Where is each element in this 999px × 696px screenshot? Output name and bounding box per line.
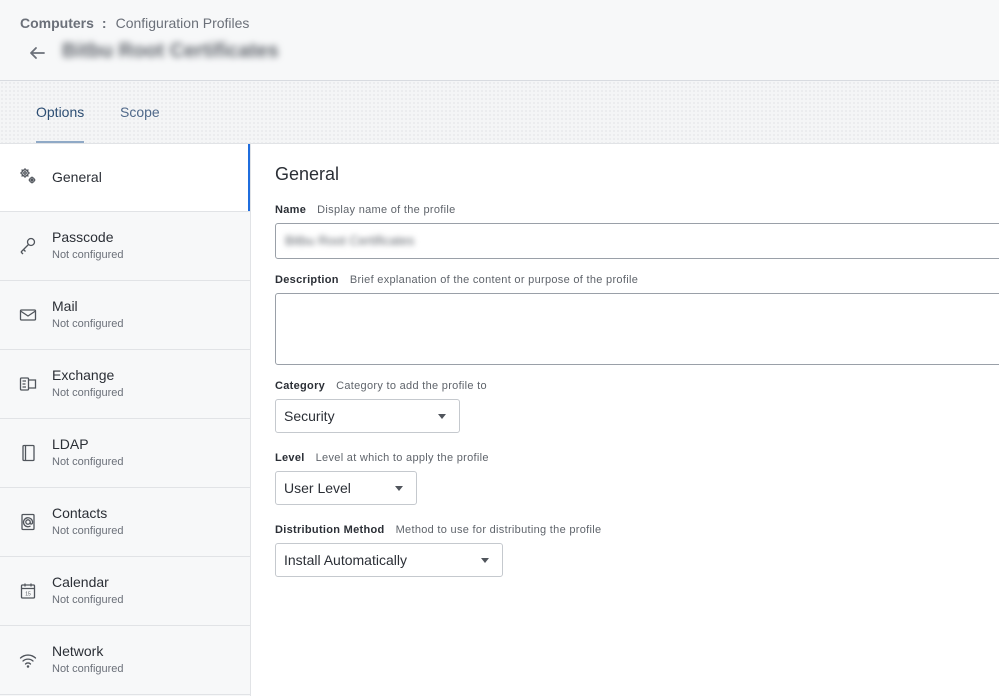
breadcrumb-separator: : (101, 15, 107, 31)
distribution-select-value: Install Automatically (284, 552, 407, 568)
sidebar-item-status: Not configured (52, 594, 124, 606)
sidebar-item-status: Not configured (52, 318, 124, 330)
sidebar-item-calendar[interactable]: 15 Calendar Not configured (0, 557, 250, 626)
sidebar-item-ldap[interactable]: LDAP Not configured (0, 419, 250, 488)
sidebar-item-network[interactable]: Network Not configured (0, 626, 250, 695)
description-hint: Brief explanation of the content or purp… (349, 274, 639, 286)
level-select[interactable]: User Level (275, 471, 417, 505)
svg-text:15: 15 (25, 592, 31, 598)
category-field-label: Category Category to add the profile to (275, 380, 487, 392)
sidebar-item-label: Calendar (52, 574, 109, 590)
envelope-icon (18, 305, 38, 325)
sidebar-item-label: Exchange (52, 367, 115, 383)
category-label: Category (275, 380, 326, 392)
tab-bar: Options Scope (0, 81, 999, 144)
category-hint: Category to add the profile to (336, 380, 487, 392)
payload-sidebar: General Passcode Not configured Mail Not… (0, 144, 251, 696)
key-icon (18, 236, 38, 256)
contacts-icon (18, 512, 38, 532)
category-select-value: Security (284, 408, 335, 424)
breadcrumb-computers[interactable]: Computers (20, 15, 94, 31)
name-input[interactable]: Bitbu Root Certificates (275, 223, 999, 259)
distribution-field-label: Distribution Method Method to use for di… (275, 524, 601, 536)
level-hint: Level at which to apply the profile (315, 452, 489, 464)
breadcrumb: Computers : Configuration Profiles (20, 15, 249, 31)
calendar-icon: 15 (18, 581, 38, 601)
chevron-down-icon (395, 486, 403, 491)
description-field-label: Description Brief explanation of the con… (275, 274, 638, 286)
sidebar-item-status: Not configured (52, 456, 124, 468)
exchange-icon (18, 374, 38, 394)
sidebar-item-status: Not configured (52, 387, 124, 399)
name-label: Name (275, 204, 307, 216)
sidebar-item-label: Network (52, 643, 104, 659)
tab-scope[interactable]: Scope (120, 81, 160, 143)
general-settings-panel: General Name Display name of the profile… (251, 144, 999, 696)
wifi-icon (18, 650, 38, 670)
ldap-book-icon (18, 443, 38, 463)
tab-options[interactable]: Options (36, 81, 85, 143)
name-hint: Display name of the profile (317, 204, 456, 216)
chevron-down-icon (438, 414, 446, 419)
sidebar-item-label: LDAP (52, 436, 89, 452)
sidebar-item-status: Not configured (52, 525, 124, 537)
level-field-label: Level Level at which to apply the profil… (275, 452, 489, 464)
name-field-label: Name Display name of the profile (275, 204, 456, 216)
level-select-value: User Level (284, 480, 351, 496)
distribution-hint: Method to use for distributing the profi… (395, 524, 602, 536)
gear-icon (18, 166, 38, 186)
distribution-method-select[interactable]: Install Automatically (275, 543, 503, 577)
sidebar-item-general[interactable]: General (0, 144, 250, 212)
sidebar-item-label: Passcode (52, 229, 114, 245)
category-select[interactable]: Security (275, 399, 460, 433)
sidebar-item-label: General (52, 169, 102, 185)
page-title: Bitbu Root Certificates (62, 40, 279, 62)
sidebar-item-exchange[interactable]: Exchange Not configured (0, 350, 250, 419)
distribution-label: Distribution Method (275, 524, 385, 536)
description-label: Description (275, 274, 339, 286)
sidebar-item-mail[interactable]: Mail Not configured (0, 281, 250, 350)
sidebar-item-contacts[interactable]: Contacts Not configured (0, 488, 250, 557)
description-textarea[interactable] (275, 293, 999, 365)
sidebar-item-status: Not configured (52, 249, 124, 261)
name-input-value: Bitbu Root Certificates (285, 233, 415, 248)
page-header: Computers : Configuration Profiles Bitbu… (0, 0, 999, 81)
sidebar-item-status: Not configured (52, 663, 124, 675)
breadcrumb-configuration-profiles[interactable]: Configuration Profiles (116, 15, 250, 31)
section-title: General (275, 164, 340, 184)
level-label: Level (275, 452, 305, 464)
sidebar-item-passcode[interactable]: Passcode Not configured (0, 212, 250, 281)
sidebar-item-label: Mail (52, 298, 78, 314)
chevron-down-icon (481, 558, 489, 563)
sidebar-item-label: Contacts (52, 505, 108, 521)
back-arrow-icon[interactable] (26, 44, 48, 62)
